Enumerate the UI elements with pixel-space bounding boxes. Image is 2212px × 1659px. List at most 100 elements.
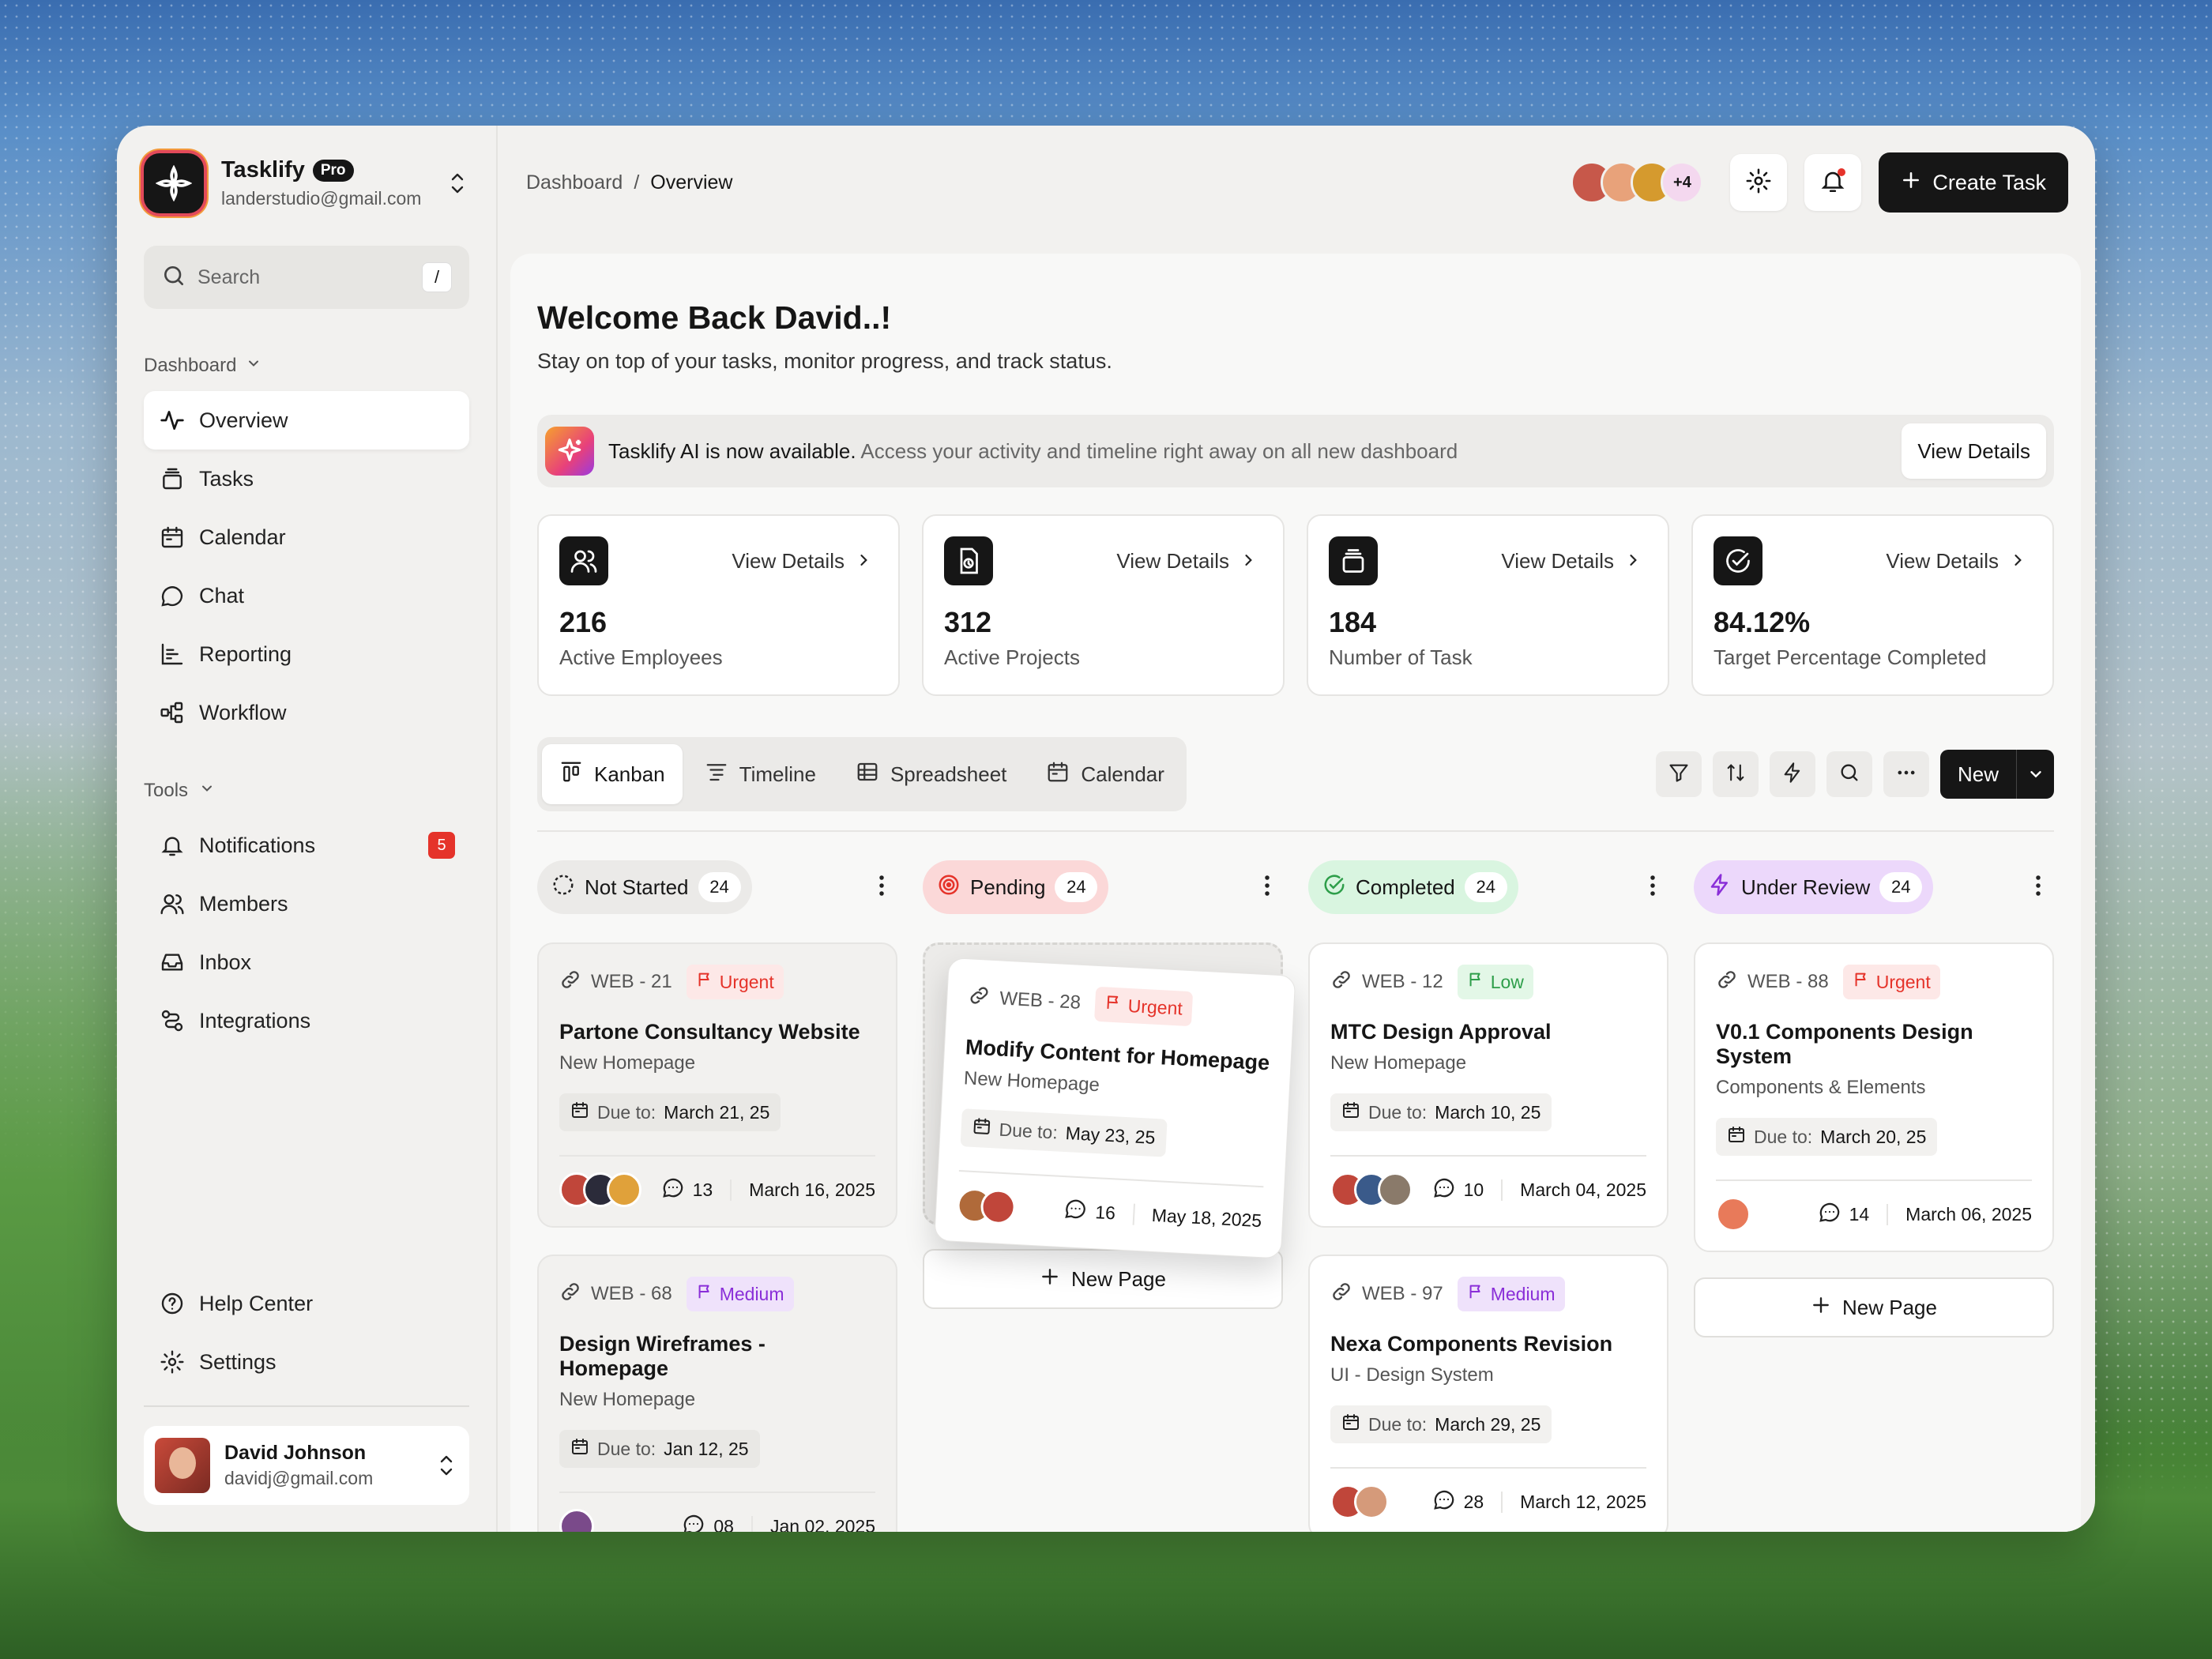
brand-name: Tasklify (221, 157, 305, 182)
tools-section-toggle[interactable]: Tools (144, 780, 469, 802)
tab-calendar[interactable]: Calendar (1029, 744, 1182, 804)
check-circle-icon (1714, 536, 1762, 585)
new-page-label: New Page (1842, 1295, 1937, 1319)
new-page-button[interactable]: New Page (1694, 1277, 2054, 1337)
link-icon (1330, 1281, 1352, 1308)
task-card[interactable]: WEB - 97 Medium Nexa Components Revision… (1308, 1255, 1668, 1532)
more-options-button[interactable] (1883, 751, 1929, 797)
priority-badge: Low (1457, 965, 1533, 999)
tab-label: Spreadsheet (890, 762, 1007, 786)
ai-view-details-button[interactable]: View Details (1902, 423, 2046, 479)
sidebar-item-settings[interactable]: Settings (144, 1333, 469, 1391)
workspace-switcher[interactable]: Tasklify Pro landerstudio@gmail.com (144, 151, 469, 216)
task-date: March 06, 2025 (1887, 1203, 2032, 1225)
sidebar-item-workflow[interactable]: Workflow (144, 683, 469, 742)
chat-icon (158, 581, 186, 610)
sidebar-item-help-center[interactable]: Help Center (144, 1274, 469, 1333)
stat-label: Number of Task (1329, 645, 1473, 669)
automation-button[interactable] (1769, 751, 1815, 797)
due-value: March 10, 25 (1435, 1101, 1541, 1123)
sidebar-item-overview[interactable]: Overview (144, 391, 469, 450)
new-item-dropdown-toggle[interactable] (2016, 750, 2054, 799)
task-card[interactable]: WEB - 12 Low MTC Design Approval New Hom… (1308, 942, 1668, 1228)
lightning-icon (1781, 762, 1804, 788)
sidebar-item-calendar[interactable]: Calendar (144, 508, 469, 566)
sidebar-item-chat[interactable]: Chat (144, 566, 469, 625)
column-menu-button[interactable] (1251, 874, 1283, 901)
stat-label: Active Employees (559, 645, 723, 669)
timeline-icon (705, 760, 728, 789)
tab-timeline[interactable]: Timeline (687, 744, 833, 804)
notifications-button[interactable] (1804, 154, 1862, 211)
assignee-avatars (1330, 1172, 1413, 1207)
due-value: March 29, 25 (1435, 1413, 1541, 1435)
breadcrumb-dashboard[interactable]: Dashboard (526, 171, 623, 194)
settings-button[interactable] (1730, 154, 1788, 211)
stack-icon (1329, 536, 1378, 585)
card-footer: 13 March 16, 2025 (559, 1155, 875, 1207)
ai-banner-headline: Tasklify AI is now available. (608, 438, 856, 463)
dashboard-section-toggle[interactable]: Dashboard (144, 355, 469, 377)
stat-view-details-link[interactable]: View Details (732, 549, 871, 574)
task-card[interactable]: WEB - 68 Medium Design Wireframes - Home… (537, 1255, 897, 1532)
column-count: 24 (1464, 872, 1507, 902)
stat-view-details-link[interactable]: View Details (1501, 549, 1641, 574)
sidebar-item-tasks[interactable]: Tasks (144, 450, 469, 508)
create-task-button[interactable]: Create Task (1879, 152, 2068, 213)
column-menu-button[interactable] (1637, 874, 1668, 901)
divider (144, 1405, 469, 1407)
column-menu-button[interactable] (2022, 874, 2054, 901)
chevron-right-icon (1240, 549, 1256, 574)
stat-view-details-link[interactable]: View Details (1116, 549, 1256, 574)
column-menu-button[interactable] (866, 874, 897, 901)
new-page-button[interactable]: New Page (923, 1249, 1283, 1309)
sidebar-item-label: Overview (199, 408, 288, 432)
status-pill-not-started: Not Started 24 (537, 860, 752, 914)
task-card[interactable]: WEB - 88 Urgent V0.1 Components Design S… (1694, 942, 2054, 1252)
assignee-avatars (1716, 1197, 1751, 1232)
sort-button[interactable] (1712, 751, 1759, 797)
task-id: WEB - 88 (1747, 971, 1829, 992)
tab-kanban[interactable]: Kanban (542, 744, 683, 804)
avatar (607, 1172, 641, 1207)
comment-count-value: 08 (713, 1515, 734, 1533)
card-footer: 28 March 12, 2025 (1330, 1467, 1646, 1519)
task-card-dragging[interactable]: WEB - 28 Urgent Modify Content for Homep… (934, 957, 1296, 1259)
tab-spreadsheet[interactable]: Spreadsheet (838, 744, 1024, 804)
chevron-right-icon (1625, 549, 1641, 574)
chat-icon (1432, 1488, 1456, 1516)
vertical-ellipsis-icon (1263, 874, 1271, 901)
dashed-circle-icon (551, 873, 575, 902)
sidebar-item-inbox[interactable]: Inbox (144, 933, 469, 991)
new-page-label: New Page (1071, 1266, 1166, 1291)
filter-button[interactable] (1655, 751, 1702, 797)
sidebar-item-label: Chat (199, 583, 245, 608)
assignee-avatars (956, 1187, 1017, 1225)
sidebar-item-notifications[interactable]: Notifications 5 (144, 816, 469, 875)
comment-count-value: 13 (692, 1179, 713, 1200)
team-avatars[interactable]: +4 (1571, 161, 1704, 204)
task-subtitle: Components & Elements (1716, 1077, 1926, 1098)
sidebar-item-integrations[interactable]: Integrations (144, 991, 469, 1050)
user-email: davidj@gmail.com (224, 1468, 374, 1488)
task-date: March 04, 2025 (1501, 1179, 1646, 1201)
board-search-button[interactable] (1826, 751, 1872, 797)
link-icon (559, 1281, 581, 1308)
status-pill-pending: Pending 24 (923, 860, 1109, 914)
user-account-switcher[interactable]: David Johnson davidj@gmail.com (144, 1426, 469, 1505)
column-header: Completed 24 (1308, 859, 1668, 916)
link-icon (1716, 969, 1738, 996)
new-item-button[interactable]: New (1940, 762, 2016, 787)
plus-icon (1811, 1295, 1831, 1321)
sidebar-item-reporting[interactable]: Reporting (144, 625, 469, 683)
due-value: Jan 12, 25 (664, 1438, 749, 1459)
search-input[interactable]: Search / (144, 246, 469, 309)
search-shortcut: / (422, 262, 452, 292)
task-card[interactable]: WEB - 21 Urgent Partone Consultancy Webs… (537, 942, 897, 1228)
sidebar-item-label: Members (199, 891, 288, 916)
table-icon (856, 760, 879, 789)
stat-view-details-link[interactable]: View Details (1886, 549, 2026, 574)
sidebar-item-members[interactable]: Members (144, 875, 469, 933)
task-subtitle: New Homepage (1330, 1052, 1467, 1074)
sidebar-item-label: Notifications (199, 833, 316, 857)
